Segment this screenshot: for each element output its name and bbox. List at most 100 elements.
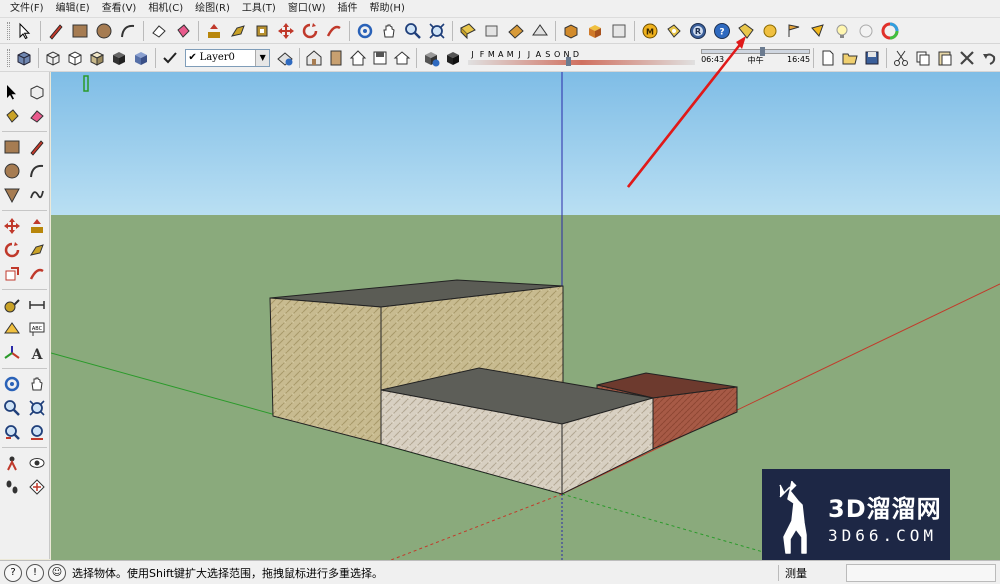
- zoom-icon[interactable]: [402, 20, 424, 42]
- save-disk-icon[interactable]: [862, 47, 882, 69]
- layer-check-icon[interactable]: [160, 47, 180, 69]
- circle-dot-icon[interactable]: [759, 20, 781, 42]
- rectangle-icon[interactable]: [69, 20, 91, 42]
- zoom-extents-icon[interactable]: [26, 421, 49, 443]
- 3d-text-icon[interactable]: A: [26, 342, 49, 364]
- position-camera-icon[interactable]: [1, 452, 24, 474]
- user-circle-icon[interactable]: ☺: [48, 563, 66, 582]
- move-icon[interactable]: [1, 215, 24, 237]
- rotate-icon[interactable]: [299, 20, 321, 42]
- toolbar-grip[interactable]: [7, 48, 10, 67]
- circle-icon[interactable]: [1, 160, 24, 182]
- protractor-icon[interactable]: [1, 318, 24, 340]
- zoom-extents-icon[interactable]: [426, 20, 448, 42]
- dimensions-icon[interactable]: [505, 20, 527, 42]
- text-tool-icon[interactable]: ABC: [26, 318, 49, 340]
- rectangle-icon[interactable]: [1, 136, 24, 158]
- select-arrow-icon[interactable]: [1, 81, 24, 103]
- layer-manager-icon[interactable]: [275, 47, 295, 69]
- wireframe-icon[interactable]: [65, 47, 85, 69]
- bulb-icon[interactable]: [831, 20, 853, 42]
- m-sphere-icon[interactable]: M: [639, 20, 661, 42]
- pan-icon[interactable]: [378, 20, 400, 42]
- select-arrow-icon[interactable]: [14, 20, 36, 42]
- zoom-icon[interactable]: [1, 397, 24, 419]
- time-track[interactable]: [701, 47, 811, 56]
- menu-view[interactable]: 查看(V): [96, 0, 143, 18]
- flag-icon[interactable]: [783, 20, 805, 42]
- look-around-icon[interactable]: [26, 452, 49, 474]
- copy-icon[interactable]: [913, 47, 933, 69]
- menu-file[interactable]: 文件(F): [4, 0, 50, 18]
- section-icon[interactable]: [26, 476, 49, 498]
- save-icon[interactable]: [370, 47, 390, 69]
- open-icon[interactable]: [840, 47, 860, 69]
- offset-icon[interactable]: [26, 263, 49, 285]
- component-icon[interactable]: [26, 81, 49, 103]
- push-pull-icon[interactable]: [203, 20, 225, 42]
- shadow-time-slider[interactable]: 06:43 中午 16:45: [701, 47, 811, 66]
- paint-bucket-icon[interactable]: [172, 20, 194, 42]
- shadow-month-slider[interactable]: JFMAMJJASOND: [467, 46, 696, 70]
- polygon-icon[interactable]: [1, 184, 24, 206]
- rotate-icon[interactable]: [1, 239, 24, 261]
- walk-icon[interactable]: [1, 476, 24, 498]
- protractor-icon[interactable]: [529, 20, 551, 42]
- menu-tools[interactable]: 工具(T): [236, 0, 282, 18]
- offset-icon[interactable]: [251, 20, 273, 42]
- delete-icon[interactable]: [957, 47, 977, 69]
- shadow-toggle-icon[interactable]: [421, 47, 441, 69]
- orbit-icon[interactable]: [354, 20, 376, 42]
- info-circle-icon[interactable]: !: [26, 563, 44, 582]
- menu-edit[interactable]: 编辑(E): [50, 0, 96, 18]
- sun-icon[interactable]: [855, 20, 877, 42]
- menu-draw[interactable]: 绘图(R): [189, 0, 236, 18]
- shaded-icon[interactable]: [109, 47, 129, 69]
- warehouse-icon[interactable]: [304, 47, 324, 69]
- shaded-texture-icon[interactable]: [131, 47, 151, 69]
- xray-icon[interactable]: [43, 47, 63, 69]
- move-icon[interactable]: [275, 20, 297, 42]
- layer-dropdown[interactable]: ✔ Layer0 ▼: [184, 48, 271, 67]
- scenes-icon[interactable]: [608, 20, 630, 42]
- arrow-flag-icon[interactable]: [807, 20, 829, 42]
- scale-icon[interactable]: [1, 263, 24, 285]
- menu-camera[interactable]: 相机(C): [142, 0, 189, 18]
- help-circle-icon[interactable]: ?: [4, 563, 22, 582]
- dimension-icon[interactable]: [26, 294, 49, 316]
- pencil-icon[interactable]: [26, 136, 49, 158]
- pencil-icon[interactable]: [45, 20, 67, 42]
- door-icon[interactable]: [326, 47, 346, 69]
- house-icon[interactable]: [348, 47, 368, 69]
- hidden-line-icon[interactable]: [87, 47, 107, 69]
- help-icon[interactable]: ?: [711, 20, 733, 42]
- scale-icon[interactable]: [323, 20, 345, 42]
- outliner-icon[interactable]: [663, 20, 685, 42]
- materials-icon[interactable]: [584, 20, 606, 42]
- section-plane-icon[interactable]: [457, 20, 479, 42]
- paste-icon[interactable]: [935, 47, 955, 69]
- arc-icon[interactable]: [117, 20, 139, 42]
- undo-icon[interactable]: [979, 47, 999, 69]
- previous-view-icon[interactable]: [1, 421, 24, 443]
- freehand-icon[interactable]: [26, 184, 49, 206]
- menu-help[interactable]: 帮助(H): [364, 0, 411, 18]
- follow-me-icon[interactable]: [26, 239, 49, 261]
- tag-icon[interactable]: [735, 20, 757, 42]
- eraser-icon[interactable]: [148, 20, 170, 42]
- follow-me-icon[interactable]: [227, 20, 249, 42]
- tape-measure-icon[interactable]: [1, 294, 24, 316]
- new-icon[interactable]: [818, 47, 838, 69]
- chevron-down-icon[interactable]: ▼: [255, 49, 270, 66]
- orbit-icon[interactable]: [1, 373, 24, 395]
- components-icon[interactable]: [560, 20, 582, 42]
- paint-bucket-icon[interactable]: [1, 105, 24, 127]
- push-pull-icon[interactable]: [26, 215, 49, 237]
- menu-plugins[interactable]: 插件: [332, 0, 364, 18]
- eraser-icon[interactable]: [26, 105, 49, 127]
- arc-icon[interactable]: [26, 160, 49, 182]
- menu-window[interactable]: 窗口(W): [282, 0, 332, 18]
- cut-icon[interactable]: [891, 47, 911, 69]
- ruby-console-icon[interactable]: R: [687, 20, 709, 42]
- toolbar-grip[interactable]: [7, 21, 10, 40]
